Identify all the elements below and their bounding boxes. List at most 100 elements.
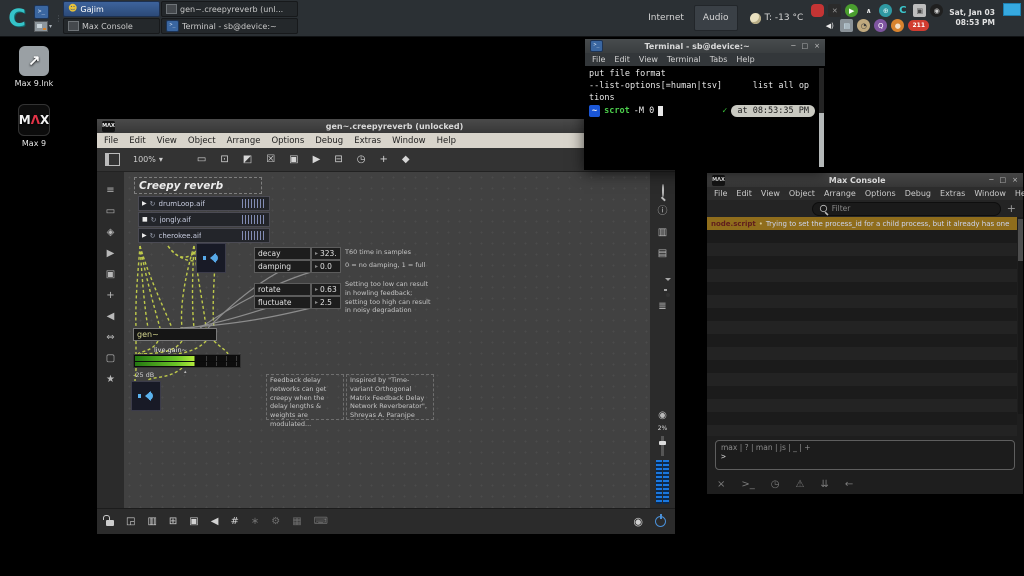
number-box-decay[interactable]: ▸ 323.	[311, 247, 341, 260]
patcher-menu-icon[interactable]: ≡	[106, 186, 114, 196]
tools-icon[interactable]: ⚙	[271, 516, 280, 527]
terminal-output[interactable]: put file format --list-options[=human|ts…	[585, 66, 825, 169]
arch-tray-icon[interactable]: ∧	[862, 4, 875, 17]
audio-io-icon[interactable]: ◀	[211, 516, 219, 527]
menu-item[interactable]: View	[157, 136, 177, 146]
select-tool-icon[interactable]: ◲	[126, 516, 135, 527]
task-button-patcher[interactable]: gen~.creepyreverb (unl...	[161, 1, 298, 17]
menu-item[interactable]: Object	[188, 136, 216, 146]
video-tray-icon[interactable]: ✕	[828, 4, 841, 17]
new-slider-icon[interactable]: ⊟	[334, 155, 342, 165]
gen-object[interactable]: gen~	[133, 328, 217, 341]
chakra-tray-icon[interactable]: C	[896, 4, 909, 17]
menu-item[interactable]: View	[639, 55, 658, 64]
transport-icon[interactable]: ■	[142, 216, 148, 223]
spiral-tray-icon[interactable]: ◉	[930, 4, 943, 17]
patcher-canvas[interactable]: Creepy reverb ▶ ↻ drumLoop.aif ■ ↻ jongl…	[124, 172, 650, 508]
menu-item[interactable]: Edit	[129, 136, 145, 146]
new-object-icon[interactable]: ▭	[197, 155, 206, 165]
add-object-icon[interactable]: +	[379, 155, 387, 165]
new-message-icon[interactable]: ⊡	[220, 155, 228, 165]
play-circle-icon[interactable]: ◉	[633, 515, 643, 528]
task-button-terminal[interactable]: >_ Terminal - sb@device:~	[161, 18, 298, 34]
ball-tray-icon[interactable]: ●	[891, 19, 904, 32]
desktop-icon-max9-shortcut[interactable]: ↗ Max 9.lnk	[2, 46, 66, 88]
menu-item[interactable]: Arrange	[227, 136, 261, 146]
clear-console-icon[interactable]: ×	[717, 479, 725, 490]
show-desktop-button[interactable]	[1003, 3, 1021, 16]
menu-item[interactable]: Debug	[315, 136, 343, 146]
number-box-fluctuate[interactable]: ▸ 2.5	[311, 296, 341, 309]
preview-speaker-button[interactable]	[196, 243, 226, 273]
log-warning-row[interactable]: node.script • Trying to set the process_…	[707, 217, 1017, 230]
task-button-max-console[interactable]: Max Console	[63, 18, 160, 34]
console-titlebar[interactable]: MΛX Max Console ─ □ ×	[707, 173, 1023, 187]
patch-title-comment[interactable]: Creepy reverb	[134, 177, 262, 194]
new-toggle-icon[interactable]: ☒	[266, 155, 275, 165]
menu-item[interactable]: Edit	[614, 55, 630, 64]
back-icon[interactable]: ←	[845, 479, 853, 490]
menu-item[interactable]: View	[761, 189, 780, 198]
chakra-menu-icon[interactable]: C	[0, 0, 34, 36]
menu-item[interactable]: Arrange	[824, 189, 856, 198]
new-view-icon[interactable]: ▥	[147, 516, 156, 527]
menu-item[interactable]: Extras	[354, 136, 381, 146]
swap-icon[interactable]: ⇔	[106, 333, 114, 343]
warnings-icon[interactable]: ⚠	[796, 479, 805, 490]
wand-icon[interactable]: ∗	[251, 516, 259, 527]
object-palette-icon[interactable]: ▭	[106, 207, 115, 217]
playbar-sidebar-icon[interactable]: ▶	[107, 249, 115, 259]
close-button[interactable]: ×	[1012, 176, 1018, 184]
audio-label[interactable]: Audio	[694, 5, 738, 31]
autoscroll-icon[interactable]: ⇊	[820, 479, 828, 490]
comment-inspired[interactable]: Inspired by "Time-variant Orthogonal Mat…	[346, 374, 434, 420]
menu-item[interactable]: Help	[736, 55, 754, 64]
quassel-tray-icon[interactable]: Q	[874, 19, 887, 32]
menu-item[interactable]: Help	[1015, 189, 1024, 198]
menu-item[interactable]: Options	[865, 189, 896, 198]
menu-item[interactable]: Debug	[905, 189, 931, 198]
console-scrollbar[interactable]	[1018, 219, 1023, 414]
display-tray-icon[interactable]: ▤	[840, 19, 853, 32]
task-button-gajim[interactable]: ☻ Gajim	[63, 1, 160, 17]
reference-icon[interactable]: ▥	[658, 228, 667, 238]
loop-icon[interactable]: ↻	[151, 216, 157, 224]
clock-pie-tray-icon[interactable]: ◔	[857, 19, 870, 32]
paint-mode-icon[interactable]: ◆	[402, 155, 410, 165]
comment-feedback[interactable]: Feedback delay networks can get creepy w…	[266, 374, 344, 420]
unlock-icon[interactable]	[106, 520, 114, 526]
zoom-slider[interactable]	[661, 436, 664, 456]
mixer-icon[interactable]: ≣	[658, 302, 666, 312]
live-gain-slider[interactable]	[133, 354, 241, 368]
minimize-button[interactable]: ─	[791, 42, 795, 50]
param-fluctuate[interactable]: fluctuate	[254, 296, 311, 309]
minimize-button[interactable]: ─	[989, 176, 993, 184]
playlist-row[interactable]: ■ ↻ jongly.aif	[138, 212, 270, 227]
internet-label[interactable]: Internet	[648, 13, 684, 23]
param-damping[interactable]: damping	[254, 260, 311, 273]
shortcuts-icon[interactable]: ⌨	[314, 516, 328, 527]
media-frame-icon[interactable]: ▣	[106, 270, 115, 280]
close-button[interactable]: ×	[814, 42, 820, 50]
menu-item[interactable]: File	[592, 55, 605, 64]
menu-item[interactable]: Tabs	[710, 55, 728, 64]
new-metro-icon[interactable]: ◷	[357, 155, 366, 165]
piano-icon[interactable]: ▦	[292, 516, 301, 527]
loop-icon[interactable]: ↻	[150, 200, 156, 208]
weather-widget[interactable]: T: -13 °C	[750, 0, 804, 36]
terminal-titlebar[interactable]: >_ Terminal - sb@device:~ ─ □ ×	[585, 39, 825, 53]
menu-item[interactable]: Extras	[940, 189, 965, 198]
transport-icon[interactable]: ▶	[142, 232, 147, 239]
console-log[interactable]: node.script • Trying to set the process_…	[707, 217, 1017, 436]
terminal-launcher-icon[interactable]: >_	[34, 5, 49, 19]
console-command-input[interactable]: max | ? | man | js | _ | + >	[715, 440, 1015, 470]
new-comment-icon[interactable]: ◩	[243, 155, 252, 165]
menu-item[interactable]: Object	[789, 189, 815, 198]
microphone-tray-icon[interactable]	[811, 4, 824, 17]
menu-item[interactable]: Window	[974, 189, 1006, 198]
presentation-mode-icon[interactable]: ⊞	[169, 516, 177, 527]
record-icon[interactable]: ◉	[658, 411, 667, 421]
playlist-row[interactable]: ▶ ↻ drumLoop.aif	[138, 196, 270, 211]
capture-icon[interactable]: ▢	[106, 354, 115, 364]
search-icon[interactable]	[662, 186, 664, 196]
